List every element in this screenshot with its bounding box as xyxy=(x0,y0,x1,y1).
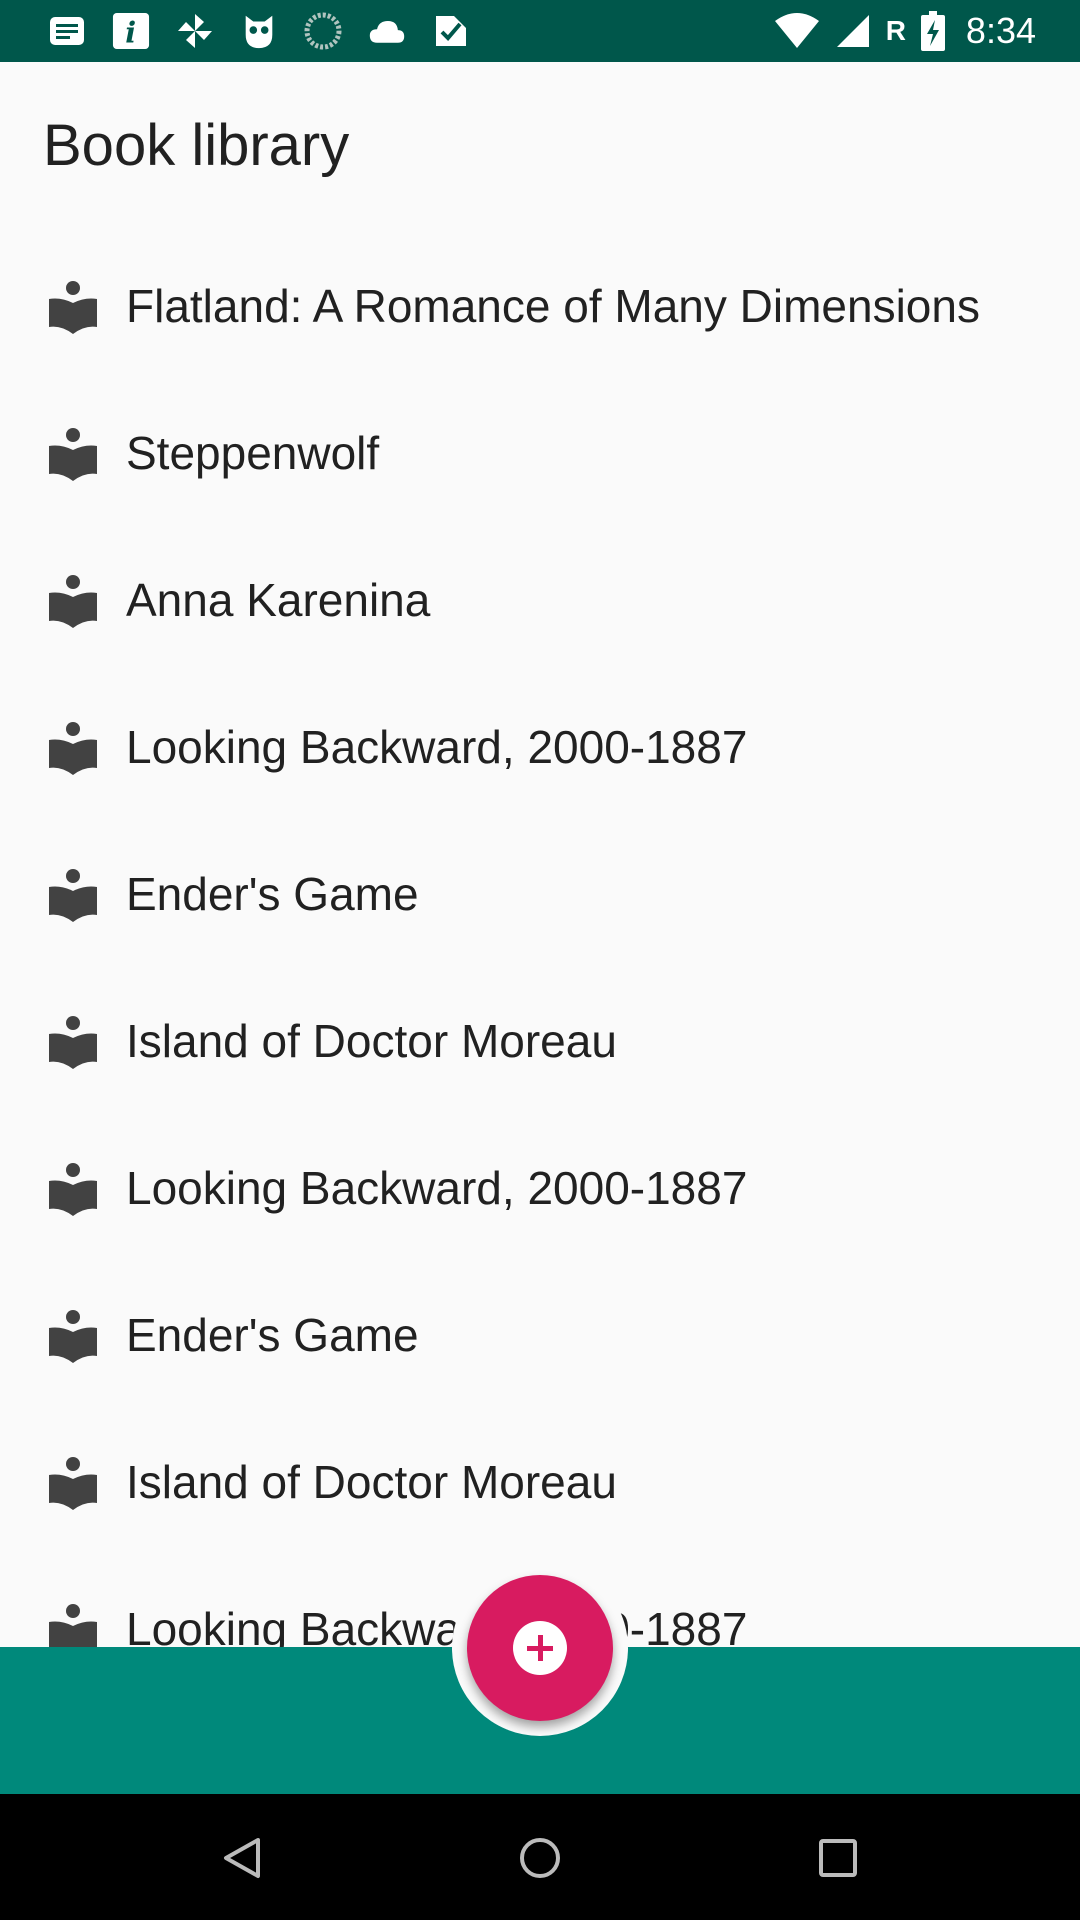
book-list-item[interactable]: Looking Backward, 2000-1887 xyxy=(0,688,1080,835)
book-list-item[interactable]: Flatland: A Romance of Many Dimensions xyxy=(0,247,1080,394)
book-title: Looking Backward, 2000-1887 xyxy=(126,1603,748,1647)
book-reader-icon xyxy=(48,1163,98,1217)
book-title: Looking Backward, 2000-1887 xyxy=(126,1162,748,1214)
book-reader-icon xyxy=(48,1310,98,1364)
check-tag-icon xyxy=(432,12,470,50)
book-list-item[interactable]: Anna Karenina xyxy=(0,541,1080,688)
notification-icons: i xyxy=(48,9,470,53)
book-title: Ender's Game xyxy=(126,1309,419,1361)
book-list-item[interactable]: Looking Backward, 2000-1887 xyxy=(0,1129,1080,1276)
book-title: Steppenwolf xyxy=(126,427,380,479)
book-list-item[interactable]: Ender's Game xyxy=(0,1276,1080,1423)
pinwheel-icon xyxy=(176,12,214,50)
book-reader-icon xyxy=(48,722,98,776)
home-icon xyxy=(520,1838,560,1878)
back-icon xyxy=(224,1838,260,1878)
book-reader-icon xyxy=(48,281,98,335)
book-reader-icon xyxy=(48,869,98,923)
book-title: Island of Doctor Moreau xyxy=(126,1456,617,1508)
home-button[interactable] xyxy=(512,1830,568,1886)
svg-text:i: i xyxy=(125,15,136,49)
add-circle-icon xyxy=(513,1621,567,1675)
owl-icon xyxy=(240,12,278,50)
battery-charging-icon xyxy=(920,11,946,51)
sync-circle-icon xyxy=(304,12,342,50)
book-reader-icon xyxy=(48,1016,98,1070)
book-list: Flatland: A Romance of Many Dimensions St… xyxy=(0,247,1080,1647)
page-title: Book library xyxy=(43,113,350,178)
status-bar: i R 8:34 xyxy=(0,0,1080,62)
system-status: R 8:34 xyxy=(774,9,1036,53)
recents-button[interactable] xyxy=(810,1830,866,1886)
wifi-icon xyxy=(774,12,820,50)
book-reader-icon xyxy=(48,428,98,482)
back-button[interactable] xyxy=(214,1830,270,1886)
book-title: Looking Backward, 2000-1887 xyxy=(126,721,748,773)
book-title: Flatland: A Romance of Many Dimensions xyxy=(126,280,980,332)
book-title: Anna Karenina xyxy=(126,574,431,626)
navigation-bar xyxy=(0,1794,1080,1920)
info-icon: i xyxy=(112,12,150,50)
book-title: Ender's Game xyxy=(126,868,419,920)
cloud-icon xyxy=(368,12,406,50)
book-reader-icon xyxy=(48,1604,98,1647)
recents-icon xyxy=(819,1839,857,1877)
book-title: Island of Doctor Moreau xyxy=(126,1015,617,1067)
add-book-button[interactable] xyxy=(467,1575,613,1721)
book-list-item[interactable]: Steppenwolf xyxy=(0,394,1080,541)
book-list-item[interactable]: Island of Doctor Moreau xyxy=(0,1423,1080,1570)
status-time: 8:34 xyxy=(965,10,1036,51)
signal-icon xyxy=(834,12,872,50)
book-list-item[interactable]: Ender's Game xyxy=(0,835,1080,982)
book-reader-icon xyxy=(48,1457,98,1511)
news-icon xyxy=(48,12,86,50)
book-list-item[interactable]: Island of Doctor Moreau xyxy=(0,982,1080,1129)
roaming-indicator: R xyxy=(885,15,906,46)
book-reader-icon xyxy=(48,575,98,629)
